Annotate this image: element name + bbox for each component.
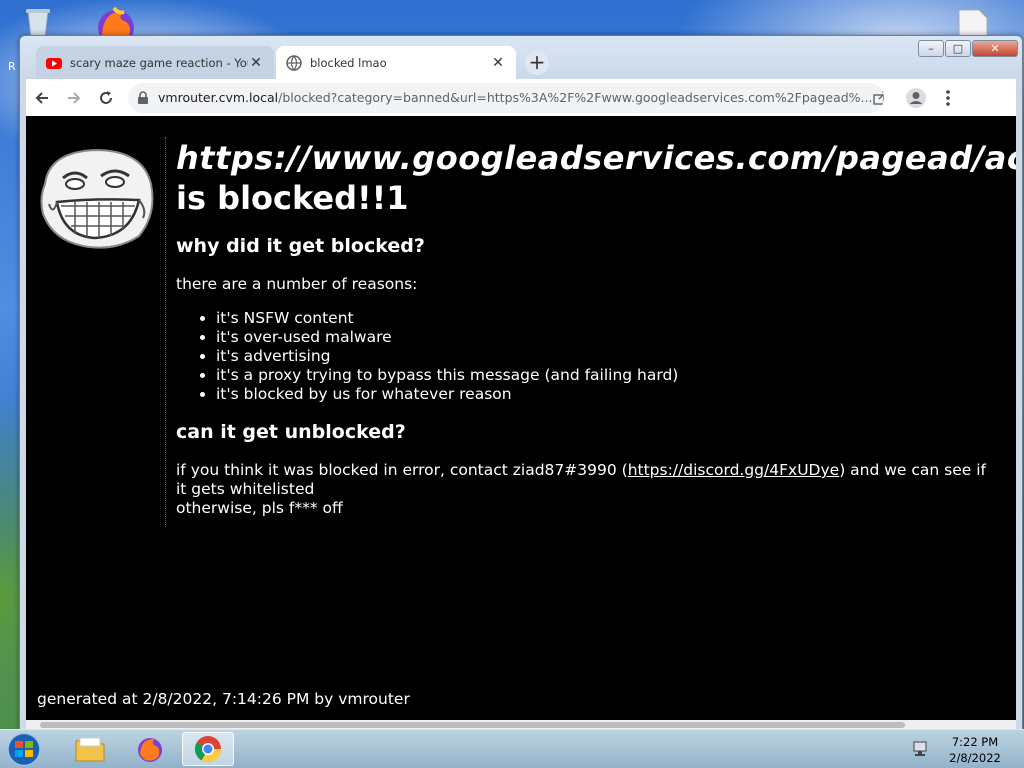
reason-item: it's NSFW content [216,309,1016,328]
blocked-status-heading: is blocked!!1 [176,179,409,217]
why-heading: why did it get blocked? [176,235,425,257]
menu-button[interactable] [932,82,964,114]
tab-close-icon[interactable]: ✕ [490,55,506,71]
taskbar-clock[interactable]: 7:22 PM 2/8/2022 [940,734,1010,766]
tab-youtube[interactable]: scary maze game reaction - YouT ✕ [36,46,274,79]
block-message: https://www.googleadservices.com/pagead/… [176,138,1016,518]
sidebar-divider [165,137,166,527]
tab-title: blocked lmao [310,55,387,70]
chrome-icon [194,736,222,763]
reasons-intro: there are a number of reasons: [176,275,418,293]
back-arrow-icon [35,91,48,104]
youtube-icon [46,57,62,69]
blocked-url-heading: https://www.googleadservices.com/pagead/… [176,139,1016,177]
clock-time: 7:22 PM [951,735,999,749]
back-button[interactable] [26,82,58,114]
contact-paragraph: if you think it was blocked in error, co… [176,461,986,518]
network-tray-icon[interactable] [912,740,932,758]
profile-avatar-icon [906,87,926,108]
contact-text-before: if you think it was blocked in error, co… [176,461,628,479]
browser-tab-strip: scary maze game reaction - YouT ✕ blocke… [20,36,1022,81]
taskbar-file-explorer[interactable] [64,732,116,766]
page-content: https://www.googleadservices.com/pagead/… [26,116,1016,730]
browser-window: scary maze game reaction - YouT ✕ blocke… [19,35,1023,730]
trollface-image [40,148,154,249]
taskbar-chrome[interactable] [182,732,234,766]
unblock-heading: can it get unblocked? [176,421,406,443]
tab-title: scary maze game reaction - YouT [70,55,248,70]
tab-close-icon[interactable]: ✕ [248,55,264,71]
tab-blocked[interactable]: blocked lmao ✕ [276,46,516,79]
reason-item: it's over-used malware [216,328,1016,347]
minimize-button[interactable]: – [918,40,944,57]
address-bar[interactable]: vmrouter.cvm.local/blocked?category=bann… [128,82,884,113]
address-host: vmrouter.cvm.local [158,90,279,105]
window-controls: – □ ✕ [917,40,1018,58]
reason-item: it's blocked by us for whatever reason [216,385,1016,404]
close-window-button[interactable]: ✕ [972,40,1018,57]
generated-footer: generated at 2/8/2022, 7:14:26 PM by vmr… [37,690,410,708]
browser-toolbar: vmrouter.cvm.local/blocked?category=bann… [26,79,1016,116]
share-icon[interactable] [872,90,884,106]
lock-icon[interactable] [136,90,150,105]
firefox-icon [138,738,162,762]
folder-icon [75,737,105,762]
forward-button[interactable] [58,82,90,114]
taskbar-firefox[interactable] [124,732,176,766]
desktop-icon-label: R [8,60,16,73]
maximize-button[interactable]: □ [945,40,971,57]
forward-arrow-icon [68,91,81,104]
closing-text: otherwise, pls f*** off [176,499,343,517]
taskbar: 7:22 PM 2/8/2022 [0,729,1024,768]
kebab-menu-icon [946,89,950,106]
new-tab-button[interactable]: + [525,51,549,75]
reload-icon [100,90,112,104]
clock-date: 2/8/2022 [949,751,1001,765]
profile-button[interactable] [900,82,932,114]
reasons-list: it's NSFW content it's over-used malware… [216,309,1016,404]
reason-item: it's a proxy trying to bypass this messa… [216,366,1016,385]
reload-button[interactable] [90,82,122,114]
discord-link[interactable]: https://discord.gg/4FxUDye [628,461,840,479]
start-orb-icon[interactable] [4,731,44,768]
globe-icon [286,54,302,71]
scrollbar-thumb[interactable] [40,722,905,728]
reason-item: it's advertising [216,347,1016,366]
address-path: /blocked?category=banned&url=https%3A%2F… [278,90,873,105]
